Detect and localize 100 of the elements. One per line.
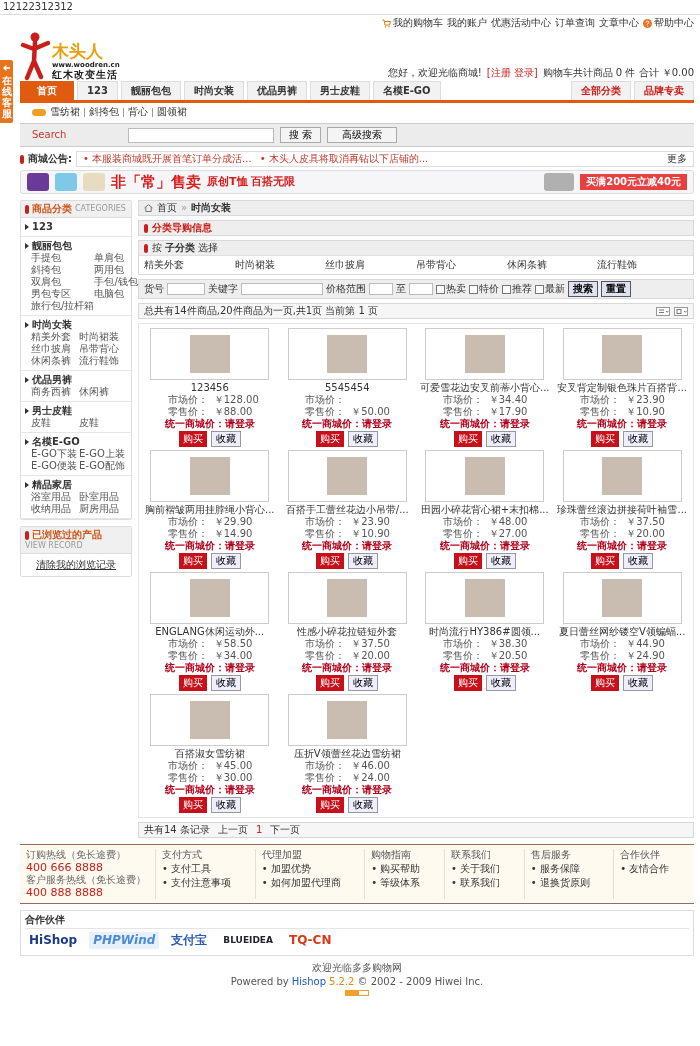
notice-link[interactable]: • 本服装商城既开展首笔订单分成活...: [83, 153, 252, 165]
login-link[interactable]: 请登录: [499, 662, 530, 674]
product-image-frame[interactable]: [287, 328, 407, 380]
nav-tab[interactable]: 品牌专卖: [634, 81, 694, 100]
sub-nav-link[interactable]: 雪纺裙: [50, 106, 80, 118]
subcategory-link[interactable]: E-GO下装: [31, 448, 79, 460]
product-image-frame[interactable]: [562, 450, 682, 502]
favorite-button[interactable]: 收藏: [348, 675, 379, 691]
login-link[interactable]: 请登录: [224, 662, 255, 674]
nav-tab[interactable]: 123: [77, 81, 118, 100]
top-link[interactable]: 我的购物车: [382, 17, 443, 29]
checkbox[interactable]: [535, 284, 544, 294]
max-price-field[interactable]: [409, 283, 433, 295]
footer-link[interactable]: • 关于我们: [451, 863, 519, 875]
product-image-frame[interactable]: [562, 572, 682, 624]
category-link[interactable]: 名模E-GO: [32, 436, 80, 448]
buy-button[interactable]: 购买: [316, 675, 345, 691]
keyword-field[interactable]: [241, 283, 323, 295]
subcategory-link[interactable]: 丝巾披肩: [325, 259, 416, 271]
login-link[interactable]: 请登录: [637, 418, 668, 430]
subcategory-link[interactable]: 双肩包: [31, 276, 95, 288]
favorite-button[interactable]: 收藏: [485, 553, 516, 569]
product-name[interactable]: 性感小碎花拉链短外套: [297, 626, 398, 638]
sub-nav-link[interactable]: 斜挎包: [89, 106, 119, 118]
subcategory-link[interactable]: 流行鞋饰: [79, 355, 127, 367]
footer-link[interactable]: • 友情合作: [620, 863, 689, 875]
nav-tab[interactable]: 时尚女装: [183, 81, 244, 100]
footer-link[interactable]: • 服务保障: [530, 863, 609, 875]
product-image-frame[interactable]: [150, 328, 270, 380]
list-view-icon[interactable]: [656, 306, 670, 316]
favorite-button[interactable]: 收藏: [210, 675, 241, 691]
login-link[interactable]: 请登录: [637, 540, 668, 552]
favorite-button[interactable]: 收藏: [348, 553, 379, 569]
top-link[interactable]: 文章中心: [599, 17, 639, 29]
buy-button[interactable]: 购买: [178, 675, 207, 691]
favorite-button[interactable]: 收藏: [623, 553, 654, 569]
search-button[interactable]: 搜 索: [280, 127, 322, 143]
buy-button[interactable]: 购买: [591, 553, 620, 569]
nav-tab[interactable]: 名模E-GO: [372, 81, 441, 100]
grid-view-icon[interactable]: [674, 306, 688, 316]
top-link[interactable]: 帮助中心: [643, 17, 694, 29]
subcategory-link[interactable]: 吊带背心: [79, 343, 127, 355]
footer-link[interactable]: • 购买帮助: [371, 863, 439, 875]
footer-link[interactable]: • 如何加盟代理商: [261, 877, 360, 889]
subcategory-link[interactable]: 皮鞋: [79, 417, 127, 429]
subcategory-link[interactable]: 流行鞋饰: [597, 259, 688, 271]
product-image-frame[interactable]: [287, 450, 407, 502]
product-name[interactable]: 压折V领蕾丝花边雪纺裙: [293, 748, 401, 760]
item-number-field[interactable]: [167, 283, 205, 295]
nav-tab[interactable]: 男士皮鞋: [309, 81, 370, 100]
login-link[interactable]: 请登录: [362, 662, 393, 674]
partner-logo[interactable]: 支付宝: [167, 932, 212, 949]
subcategory-link[interactable]: 休闲裤: [79, 386, 127, 398]
favorite-button[interactable]: 收藏: [210, 553, 241, 569]
buy-button[interactable]: 购买: [591, 675, 620, 691]
product-name[interactable]: 百搭淑女雪纺裙: [174, 748, 245, 760]
subcategory-link[interactable]: 商务西裤: [31, 386, 79, 398]
product-name[interactable]: 5545454: [324, 382, 370, 394]
brand-link[interactable]: Hishop: [291, 975, 326, 988]
product-name[interactable]: 可爱雪花边安叉前蒂小背心...: [419, 382, 550, 394]
top-link[interactable]: 优惠活动中心: [491, 17, 551, 29]
product-name[interactable]: 珍珠蕾丝滚边拼接荷叶袖雪...: [557, 504, 687, 516]
advanced-search-button[interactable]: 高级搜索: [327, 127, 398, 143]
subcategory-link[interactable]: 精美外套: [31, 331, 79, 343]
product-name[interactable]: 胸前褶皱两用挂脖绳小背心...: [144, 504, 275, 516]
favorite-button[interactable]: 收藏: [623, 675, 654, 691]
subcategory-link[interactable]: 手提包: [31, 252, 95, 264]
category-link[interactable]: 男士皮鞋: [32, 405, 72, 417]
nav-tab[interactable]: 靓丽包包: [120, 81, 181, 100]
nav-tab[interactable]: 优品男裤: [246, 81, 307, 100]
product-image-frame[interactable]: [425, 450, 545, 502]
prev-page-link[interactable]: 上一页: [217, 824, 248, 836]
register-login-link[interactable]: [注册 登录]: [486, 67, 538, 79]
subcategory-link[interactable]: 浴室用品: [31, 491, 79, 503]
search-button[interactable]: 搜索: [568, 281, 598, 297]
footer-link[interactable]: • 退换货原则: [530, 877, 609, 889]
partner-logo[interactable]: TQ-CN: [285, 932, 336, 949]
checkbox[interactable]: [436, 284, 445, 294]
footer-link[interactable]: • 联系我们: [451, 877, 519, 889]
checkbox[interactable]: [502, 284, 511, 294]
login-link[interactable]: 请登录: [224, 540, 255, 552]
breadcrumb-link[interactable]: 首页: [157, 202, 177, 214]
sub-nav-link[interactable]: 圆领裙: [157, 106, 187, 118]
product-image-frame[interactable]: [287, 572, 407, 624]
subcategory-link[interactable]: 时尚裙装: [79, 331, 127, 343]
top-link[interactable]: 我的账户: [447, 17, 487, 29]
min-price-field[interactable]: [369, 283, 393, 295]
subcategory-link[interactable]: E-GO配饰: [79, 460, 127, 472]
promo-banner[interactable]: 非「常」售卖 原创T恤 百搭无限 买满200元立减40元: [20, 170, 694, 194]
product-name[interactable]: 时尚流行HY386#圆领...: [429, 626, 541, 638]
subcategory-link[interactable]: 斜挎包: [31, 264, 95, 276]
favorite-button[interactable]: 收藏: [485, 431, 516, 447]
product-image-frame[interactable]: [425, 572, 545, 624]
product-image-frame[interactable]: [287, 694, 407, 746]
product-name[interactable]: 123456: [190, 382, 229, 394]
subcategory-link[interactable]: 电脑包: [94, 288, 138, 300]
partner-logo[interactable]: BLUEIDEA: [219, 934, 277, 947]
buy-button[interactable]: 购买: [178, 553, 207, 569]
subcategory-link[interactable]: 休闲条裤: [31, 355, 79, 367]
subcategory-link[interactable]: 时尚裙装: [234, 259, 326, 271]
